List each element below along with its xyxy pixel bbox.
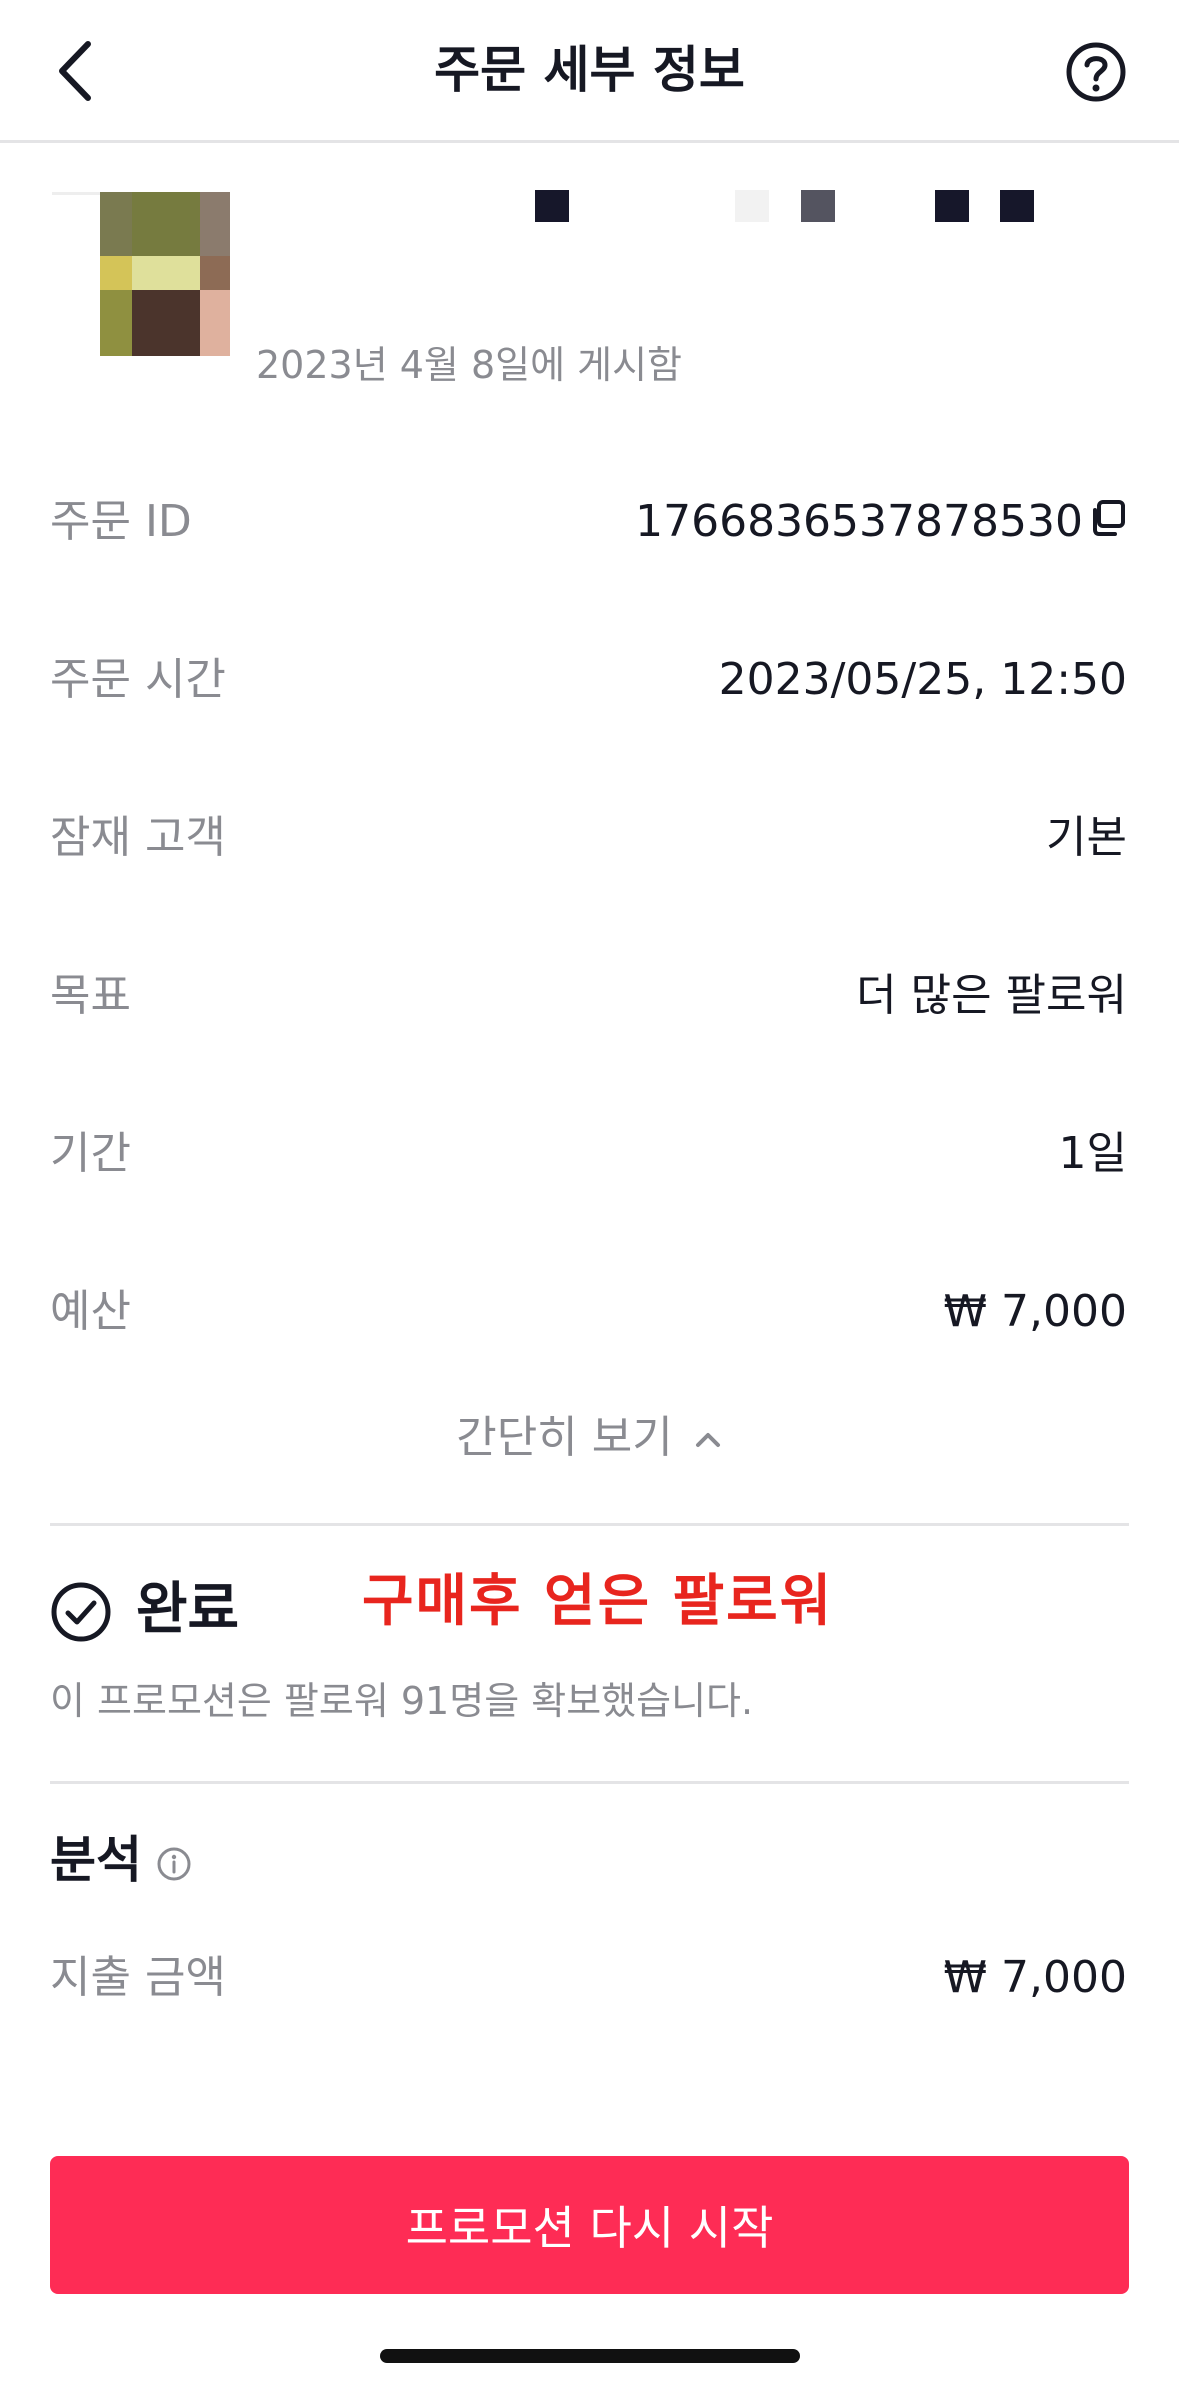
collapse-label: 간단히 보기 [456,1412,673,1463]
status-label: 완료 [136,1577,240,1642]
home-indicator [380,2349,800,2363]
annotation-text: 구매후 얻은 팔로워 [362,1569,834,1634]
restart-promotion-button[interactable]: 프로모션 다시 시작 [50,2156,1129,2294]
divider [50,1781,1129,1784]
audience-label: 잠재 고객 [50,812,226,863]
caption-redacted-block [735,190,769,222]
order-id-value: 1766836537878530 [635,496,1083,547]
posted-date: 2023년 4월 8일에 게시함 [256,343,683,387]
chevron-up-icon [695,1433,720,1447]
help-button[interactable] [1064,40,1128,104]
order-time-label: 주문 시간 [50,654,226,705]
order-id-label: 주문 ID [50,496,192,547]
collapse-details-button[interactable]: 간단히 보기 [0,1410,1179,1466]
divider [50,1523,1129,1526]
budget-value: ₩ 7,000 [943,1286,1127,1337]
spend-value: ₩ 7,000 [943,1952,1127,2003]
goal-label: 목표 [50,970,131,1021]
analytics-title: 분석 [50,1831,142,1889]
budget-label: 예산 [50,1286,131,1337]
caption-redacted-block [535,190,569,222]
check-circle-icon [51,1582,111,1642]
order-id-row-value: 1766836537878530 [635,494,1127,552]
audience-value: 기본 [1046,812,1127,863]
copy-icon[interactable] [1087,496,1127,552]
status-description: 이 프로모션은 팔로워 91명을 확보했습니다. [50,1679,754,1723]
duration-value: 1일 [1058,1128,1127,1179]
caption-redacted-block [801,190,835,222]
question-circle-icon [1066,42,1126,102]
spend-label: 지출 금액 [50,1952,226,2003]
order-time-value: 2023/05/25, 12:50 [718,654,1127,705]
duration-label: 기간 [50,1128,131,1179]
caption-redacted-block [935,190,969,222]
goal-value: 더 많은 팔로워 [856,970,1127,1021]
caption-redacted-block [1000,190,1034,222]
page-title: 주문 세부 정보 [434,41,745,99]
video-thumbnail[interactable] [100,192,230,356]
top-bar: 주문 세부 정보 [0,0,1179,143]
info-icon[interactable] [156,1846,192,1882]
